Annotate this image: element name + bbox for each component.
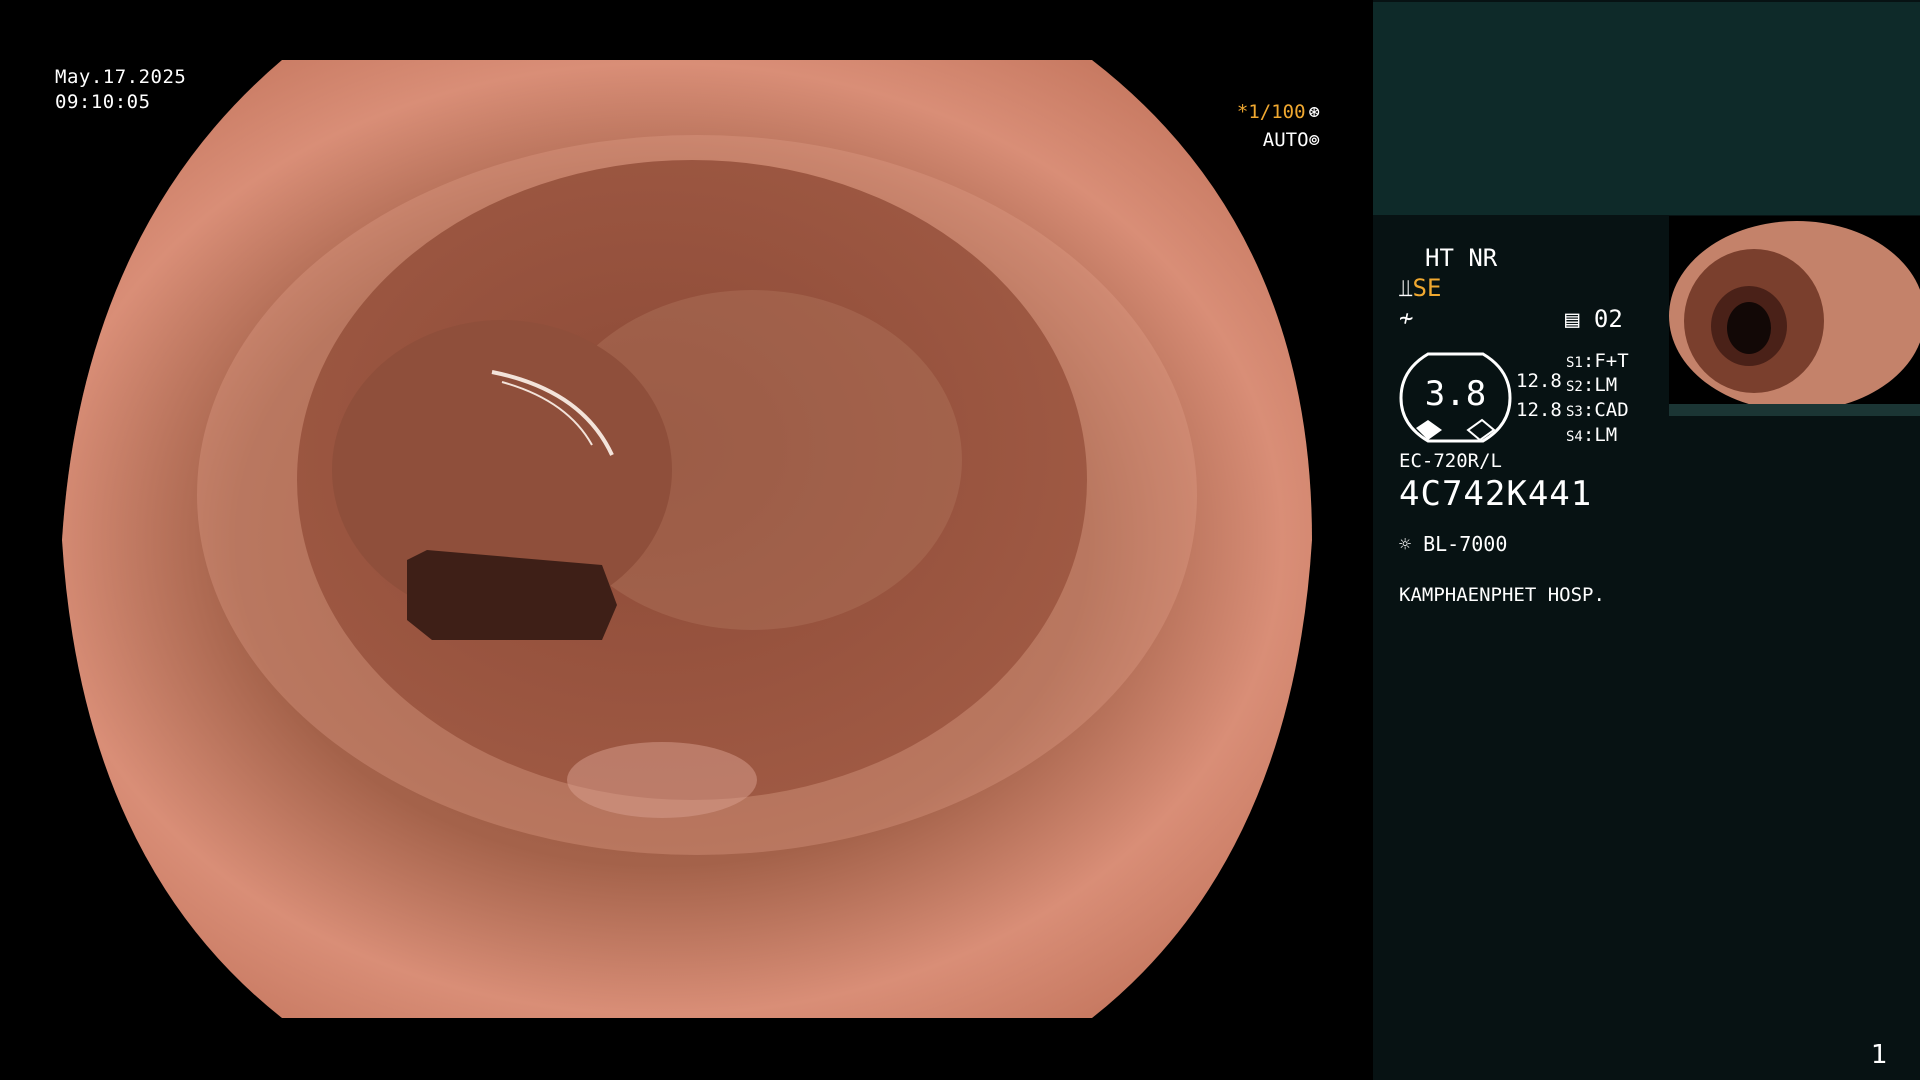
setting-s2: S2:LM [1566,374,1618,396]
iris-mode: AUTO⊚ [1160,129,1320,151]
setting-key: S2 [1566,379,1583,395]
setting-value: LM [1594,424,1618,446]
date-text: May.17.2025 [55,66,187,88]
panel-header-band [1373,2,1920,215]
setting-key: S3 [1566,404,1583,420]
date-time-display: May.17.2025 09:10:05 [55,65,186,115]
se-label: SE [1412,274,1442,302]
ht-nr-label: HT NR [1425,244,1498,272]
shutter-text: *1/100 [1236,101,1306,123]
setting-s1: S1:F+T [1566,350,1629,372]
iris-icon: ⊚ [1308,129,1320,151]
value-2: 12.8 [1516,399,1562,421]
light-source-row: ☼ BL-7000 [1399,532,1507,556]
memory-icon: ▤ [1565,305,1580,333]
scope-model: EC-720R/L [1399,450,1502,472]
setting-key: S4 [1566,429,1583,445]
shutter-speed: *1/100 ⊛ [1160,101,1320,123]
aperture-icon: ⊛ [1308,101,1320,123]
noise-icon: ≁ [1399,304,1414,332]
light-source-icon: ☼ [1399,532,1412,556]
memory-value: 02 [1593,305,1623,333]
scope-serial: 4C742K441 [1399,474,1593,514]
light-source-text: BL-7000 [1423,532,1508,556]
setting-s3: S3:CAD [1566,399,1629,421]
hospital-name: KAMPHAENPHET HOSP. [1399,584,1605,606]
setting-value: LM [1594,374,1618,396]
value-1: 12.8 [1516,370,1562,392]
gauge-value: 3.8 [1424,374,1487,414]
endoscope-image [62,60,1312,1018]
page-number: 1 [1871,1040,1888,1070]
setting-value: F+T [1594,350,1629,372]
thumbnail-image[interactable] [1669,216,1920,414]
setting-value: CAD [1594,399,1629,421]
setting-s4: S4:LM [1566,424,1618,446]
enhancement-icon: ⫫ [1399,274,1413,302]
time-text: 09:10:05 [55,91,151,113]
info-panel: HT NR ⫫SE ≁ ▤ 02 3.8 12.8 12.8 S1:F+T S2… [1373,0,1920,1080]
structure-enhancement-row: ⫫SE [1399,274,1441,302]
memory-row: ▤ 02 [1565,305,1623,333]
iris-text: AUTO [1262,129,1309,151]
thumbnail-caption-bar [1669,404,1920,416]
setting-key: S1 [1566,355,1583,371]
